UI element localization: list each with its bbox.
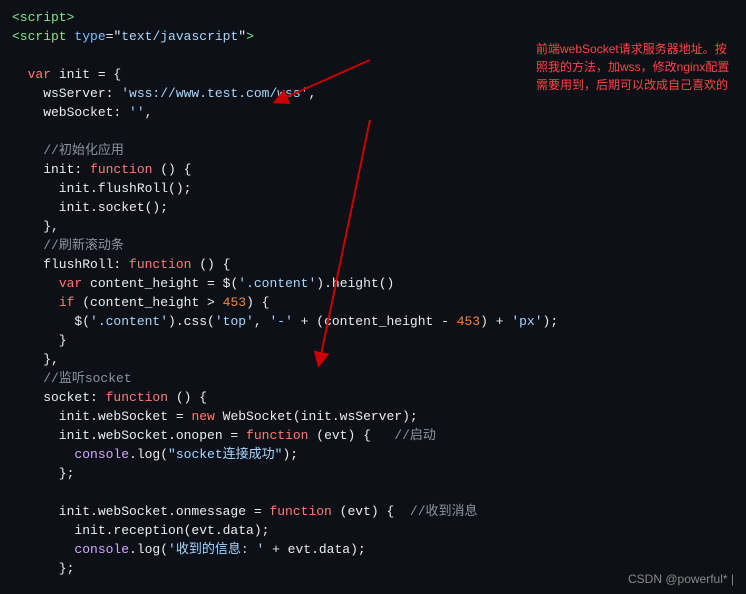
code-line: //刷新滚动条 (0, 236, 746, 255)
code-line (0, 483, 746, 502)
code-line: }, (0, 217, 746, 236)
code-line: console.log('收到的信息: ' + evt.data); (0, 540, 746, 559)
code-line: init.webSocket.onopen = function (evt) {… (0, 426, 746, 445)
code-line: var content_height = $('.content').heigh… (0, 274, 746, 293)
code-line: flushRoll: function () { (0, 255, 746, 274)
code-line: //初始化应用 (0, 141, 746, 160)
code-line: webSocket: '', (0, 103, 746, 122)
code-line: }; (0, 464, 746, 483)
code-line: init.reception(evt.data); (0, 521, 746, 540)
code-line: if (content_height > 453) { (0, 293, 746, 312)
code-line: $('.content').css('top', '-' + (content_… (0, 312, 746, 331)
code-line: init: function () { (0, 160, 746, 179)
code-line: init.webSocket.onmessage = function (evt… (0, 502, 746, 521)
code-line: init.socket(); (0, 198, 746, 217)
code-line: }, (0, 350, 746, 369)
code-line: <script> (0, 8, 746, 27)
code-line: init.webSocket = new WebSocket(init.wsSe… (0, 407, 746, 426)
code-line: console.log("socket连接成功"); (0, 445, 746, 464)
watermark: CSDN @powerful* | (628, 572, 734, 586)
code-block: <script><script type="text/javascript"> … (0, 8, 746, 594)
code-container: <script><script type="text/javascript"> … (0, 0, 746, 594)
annotation-text: 前端webSocket请求服务器地址。按照我的方法，加wss，修改nginx配置… (536, 40, 736, 94)
code-line (0, 122, 746, 141)
code-line: init.flushRoll(); (0, 179, 746, 198)
code-line: } (0, 331, 746, 350)
code-line: //监听socket (0, 369, 746, 388)
code-line: socket: function () { (0, 388, 746, 407)
